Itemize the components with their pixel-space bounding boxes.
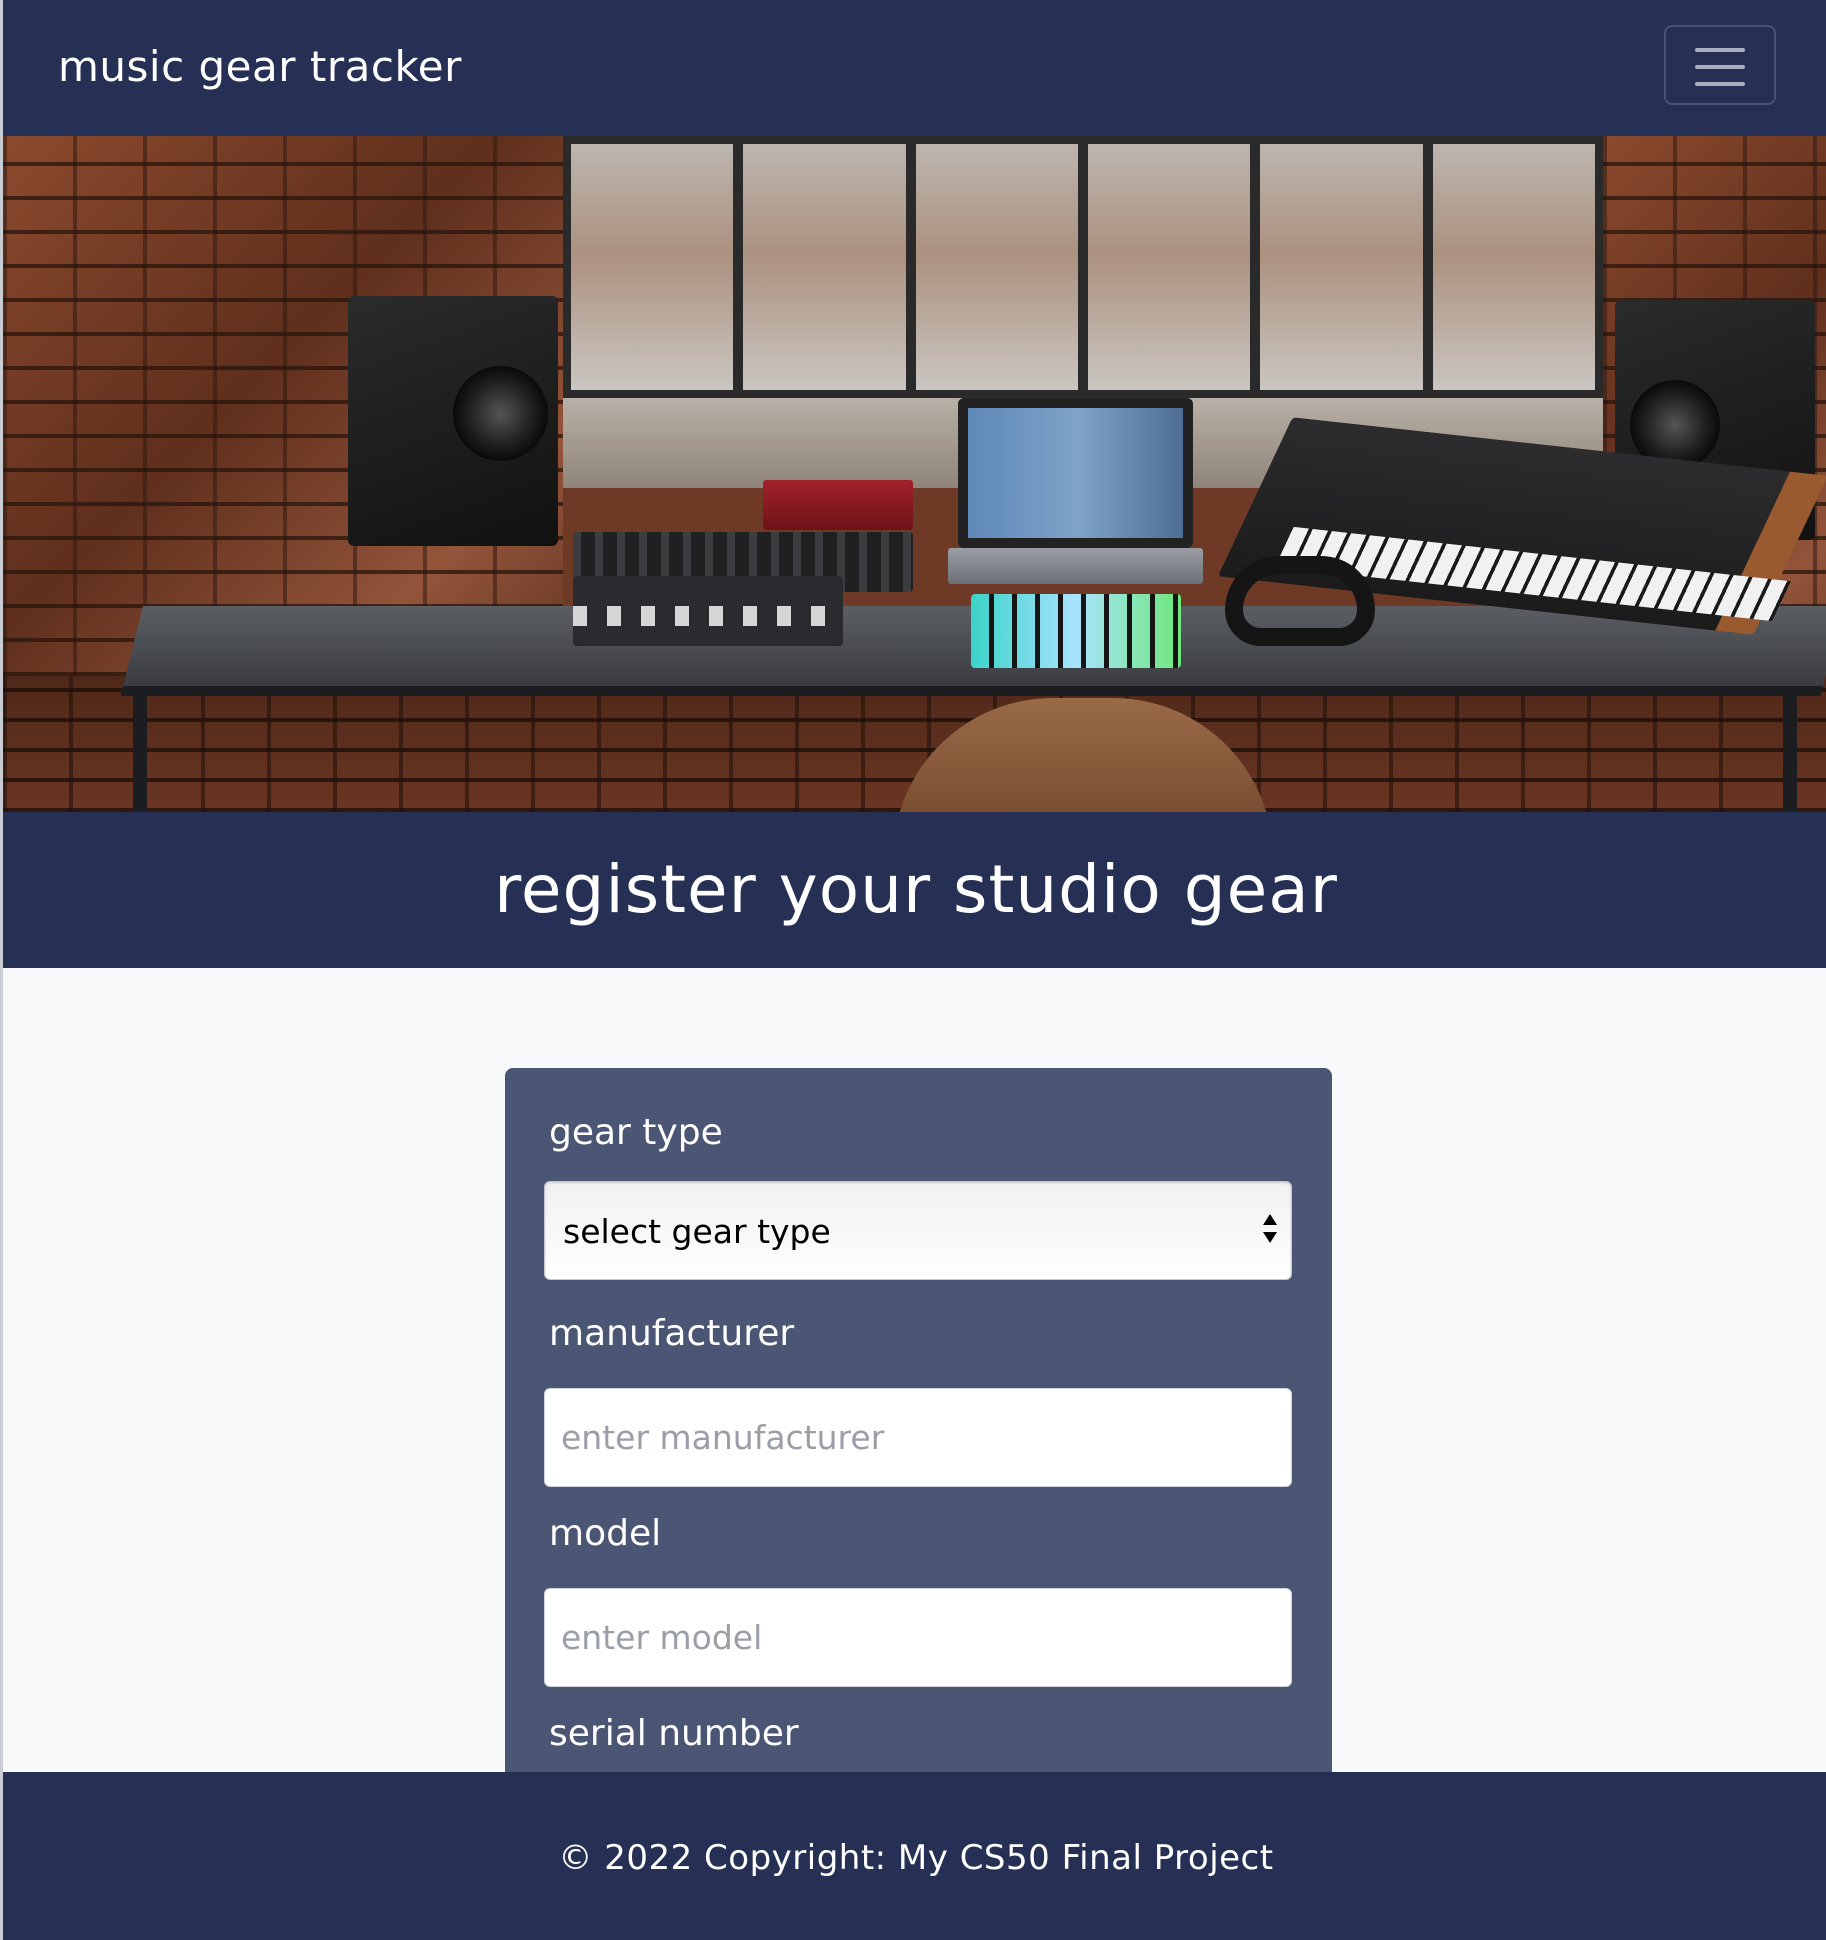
brand-link[interactable]: music gear tracker: [58, 42, 462, 91]
footer: © 2022 Copyright: My CS50 Final Project: [3, 1772, 1826, 1940]
groovebox: [573, 576, 843, 646]
page: music gear tracker register your studio …: [0, 0, 1826, 1940]
copyright-text: © 2022 Copyright: My CS50 Final Project: [558, 1838, 1274, 1878]
navbar-toggler-button[interactable]: [1664, 25, 1776, 105]
speaker-left: [348, 296, 558, 546]
model-input[interactable]: [544, 1588, 1292, 1687]
serial-number-label: serial number: [549, 1713, 799, 1754]
headphones: [1225, 556, 1375, 646]
audio-interface: [763, 480, 913, 530]
page-title: register your studio gear: [494, 851, 1338, 928]
gear-form: gear type select gear type manufacturer …: [505, 1068, 1332, 1828]
manufacturer-label: manufacturer: [549, 1313, 795, 1354]
title-band: register your studio gear: [3, 812, 1826, 968]
hero-image: [3, 136, 1826, 812]
select-arrows-icon: [1263, 1212, 1279, 1248]
manufacturer-input[interactable]: [544, 1388, 1292, 1487]
model-label: model: [549, 1513, 662, 1554]
gear-type-select[interactable]: select gear type: [544, 1181, 1292, 1280]
gear-type-selected: select gear type: [563, 1212, 831, 1251]
gear-type-label: gear type: [549, 1112, 723, 1153]
studio-window: [563, 136, 1603, 398]
pad-controller: [971, 594, 1181, 668]
laptop: [958, 398, 1193, 548]
navbar: music gear tracker: [3, 0, 1826, 136]
